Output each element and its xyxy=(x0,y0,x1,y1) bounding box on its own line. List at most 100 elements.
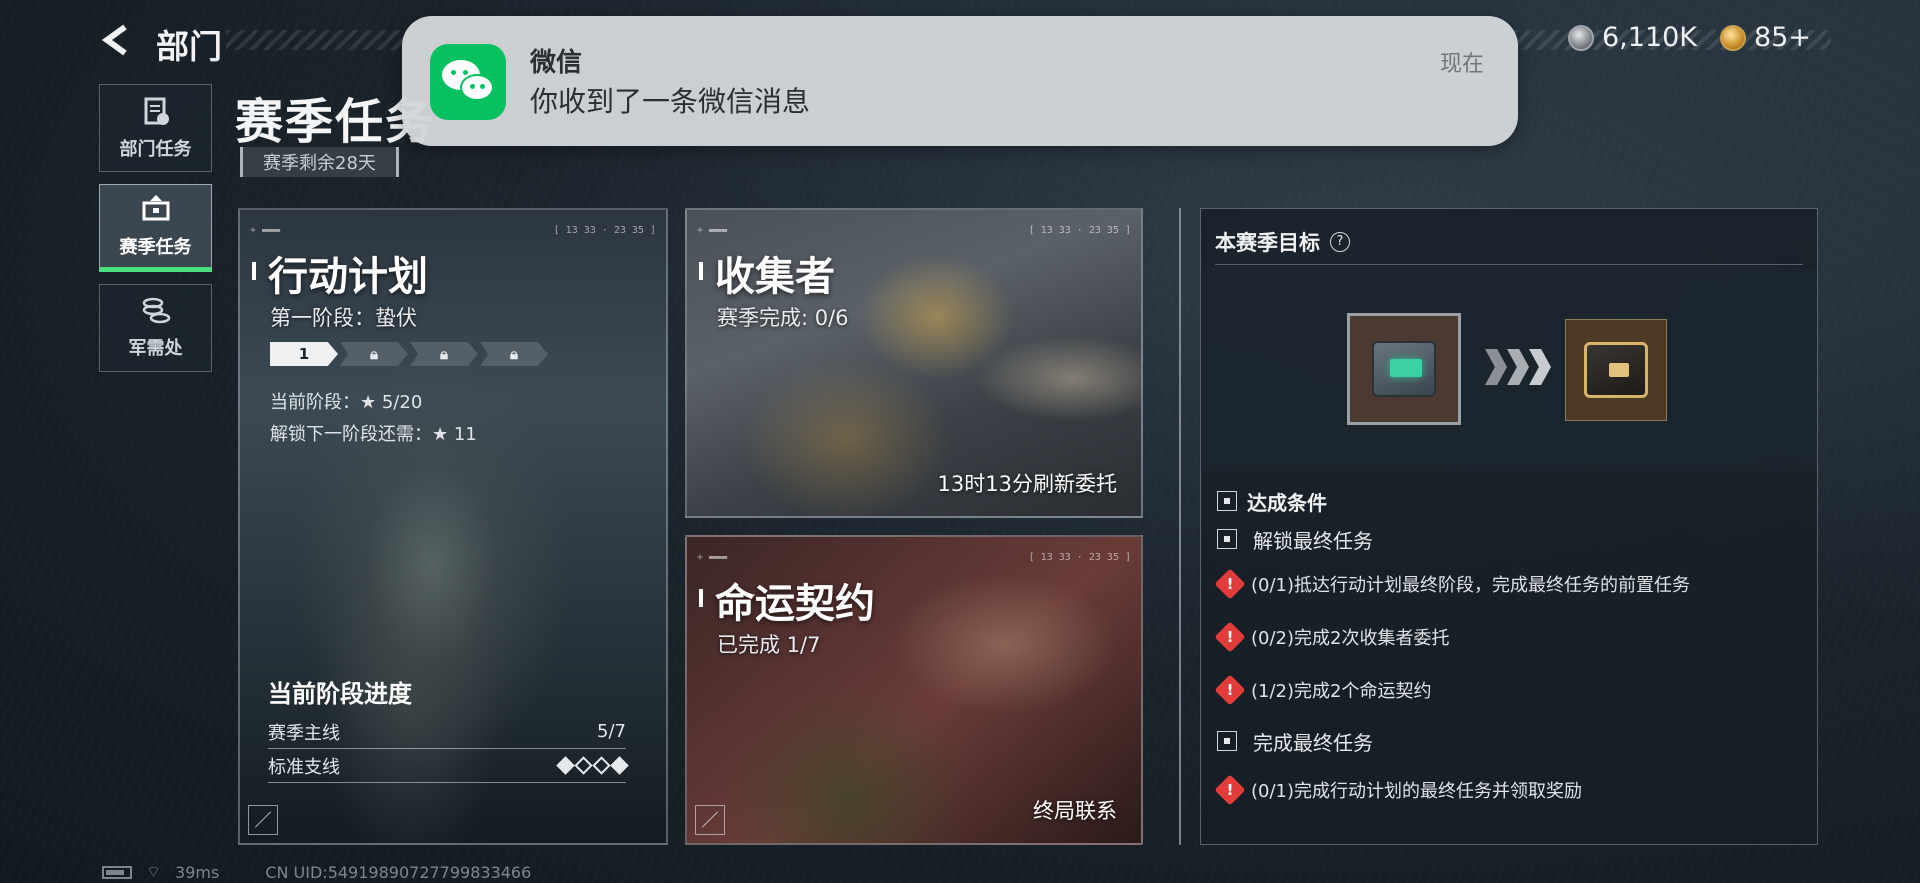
condition-task: ! (0/1)抵达行动计划最终阶段，完成最终任务的前置任务 xyxy=(1217,569,1801,599)
stage-progress-bar: 1 🔒︎ 🔒︎ 🔒︎ xyxy=(270,342,548,366)
group-label: 完成最终任务 xyxy=(1253,730,1373,755)
back-button[interactable] xyxy=(96,20,136,60)
final-reward-slot[interactable] xyxy=(1565,319,1667,421)
card-header-time: [ 13 33 · 23 35 ] xyxy=(553,224,656,236)
lock-icon: 🔒︎ xyxy=(510,345,518,363)
conditions-section: 达成条件 解锁最终任务 ! (0/1)抵达行动计划最终阶段，完成最终任务的前置任… xyxy=(1217,485,1801,805)
briefcase-icon xyxy=(142,195,169,221)
expand-icon[interactable] xyxy=(695,805,725,835)
title-tick xyxy=(699,589,703,607)
title-tick xyxy=(699,262,703,280)
collector-status: 赛季完成: 0/6 xyxy=(717,306,849,330)
card-header-strip: + ▬▬▬ [ 13 33 · 23 35 ] xyxy=(697,222,1131,238)
group-label: 解锁最终任务 xyxy=(1253,528,1373,553)
current-reward-slot[interactable] xyxy=(1347,313,1461,425)
condition-task: ! (0/2)完成2次收集者委托 xyxy=(1217,622,1801,652)
square-bullet-icon xyxy=(1217,731,1237,751)
row-label: 标准支线 xyxy=(268,756,340,778)
diamond-checked-icon xyxy=(610,756,629,775)
card-title: 收集者 xyxy=(715,254,835,300)
card-header-time: [ 13 33 · 23 35 ] xyxy=(1028,551,1131,563)
gold-amount: 85+ xyxy=(1754,22,1811,53)
warning-icon: ! xyxy=(1217,677,1243,703)
panel-divider xyxy=(1179,208,1181,845)
notification-time: 现在 xyxy=(1439,52,1484,77)
unlock-next-stars: 解锁下一阶段还需：★ 11 xyxy=(270,424,477,445)
title-tick xyxy=(252,262,256,280)
wifi-icon: ⌔ xyxy=(146,862,162,881)
warning-icon: ! xyxy=(1217,777,1243,803)
nav-department-tasks[interactable]: 部门任务 xyxy=(99,84,212,172)
current-stage-stars: 当前阶段：★ 5/20 xyxy=(270,392,423,413)
back-arrow-icon xyxy=(101,24,127,56)
card-header-strip: + ▬▬▬ [ 13 33 · 23 35 ] xyxy=(697,549,1131,565)
task-text: (0/1)抵达行动计划最终阶段，完成最终任务的前置任务 xyxy=(1251,575,1691,596)
action-plan-card[interactable]: + ▬▬▬ [ 13 33 · 23 35 ] 行动计划 第一阶段：蛰伏 1 🔒… xyxy=(238,208,668,845)
season-remaining-badge: 赛季剩余28天 xyxy=(240,147,399,177)
notification-app-name: 微信 xyxy=(530,48,583,78)
nav-season-tasks[interactable]: 赛季任务 xyxy=(99,184,212,272)
card-crosshair-icon: + ▬▬▬ xyxy=(697,224,728,236)
reward-area xyxy=(1201,267,1817,471)
collector-card[interactable]: + ▬▬▬ [ 13 33 · 23 35 ] 收集者 赛季完成: 0/6 13… xyxy=(685,208,1143,518)
diamond-empty-icon xyxy=(592,756,611,775)
upgrade-arrow-icon xyxy=(1485,349,1551,385)
fate-contract-card[interactable]: + ▬▬▬ [ 13 33 · 23 35 ] 命运契约 已完成 1/7 终局联… xyxy=(685,535,1143,845)
warning-icon: ! xyxy=(1217,624,1243,650)
diamond-checked-icon xyxy=(556,756,575,775)
stage-name: 第一阶段：蛰伏 xyxy=(270,306,417,330)
clipboard-icon xyxy=(144,97,169,125)
nav-quartermaster[interactable]: 军需处 xyxy=(99,284,212,372)
wechat-app-icon xyxy=(430,44,506,120)
card-title: 命运契约 xyxy=(715,581,875,627)
goal-header: 本赛季目标 ? xyxy=(1215,219,1803,265)
card-header-time: [ 13 33 · 23 35 ] xyxy=(1028,224,1131,236)
condition-task: ! (1/2)完成2个命运契约 xyxy=(1217,675,1801,705)
nav-label: 军需处 xyxy=(128,338,183,359)
coins-stack-icon xyxy=(142,297,170,324)
task-text: (0/1)完成行动计划的最终任务并领取奖励 xyxy=(1251,781,1583,802)
help-icon[interactable]: ? xyxy=(1330,231,1350,252)
silver-currency[interactable]: 6,110K xyxy=(1568,22,1697,53)
gold-coin-icon xyxy=(1720,24,1746,51)
gold-currency[interactable]: 85+ xyxy=(1720,22,1811,53)
fate-status: 已完成 1/7 xyxy=(717,633,821,657)
notification-message: 你收到了一条微信消息 xyxy=(530,85,811,118)
wechat-notification[interactable]: 微信 你收到了一条微信消息 现在 xyxy=(402,16,1518,146)
expand-icon[interactable] xyxy=(248,805,278,835)
row-value: 5/7 xyxy=(597,721,626,742)
silver-amount: 6,110K xyxy=(1602,22,1698,53)
conditions-title: 达成条件 xyxy=(1247,490,1327,515)
season-goal-panel: 本赛季目标 ? 达成条件 解锁最终任务 ! (0/1)抵达行动计划最终阶段，完成… xyxy=(1200,208,1818,845)
battery-icon xyxy=(102,865,132,879)
ping-value: 39ms xyxy=(175,862,220,882)
stage-segment-1: 1 xyxy=(270,342,338,366)
stage-segment-locked: 🔒︎ xyxy=(340,342,408,366)
stage-segment-locked: 🔒︎ xyxy=(480,342,548,366)
side-task-diamonds xyxy=(556,756,629,775)
stage-segment-locked: 🔒︎ xyxy=(410,342,478,366)
user-uid: CN UID:5491989072779983346​6 xyxy=(265,862,532,882)
card-crosshair-icon: + ▬▬▬ xyxy=(250,224,281,236)
progress-title: 当前阶段进度 xyxy=(268,680,412,708)
condition-task: ! (0/1)完成行动计划的最终任务并领取奖励 xyxy=(1217,775,1801,805)
progress-row-main: 赛季主线 5/7 xyxy=(268,715,626,749)
endgame-contact: 终局联系 xyxy=(1033,799,1117,823)
lock-icon: 🔒︎ xyxy=(440,345,448,363)
green-crate-icon xyxy=(1372,341,1436,397)
condition-group: 解锁最终任务 xyxy=(1217,523,1801,555)
row-label: 赛季主线 xyxy=(268,722,340,744)
conditions-header: 达成条件 xyxy=(1217,485,1801,517)
nav-label: 部门任务 xyxy=(119,139,192,160)
card-crosshair-icon: + ▬▬▬ xyxy=(697,551,728,563)
task-text: (0/2)完成2次收集者委托 xyxy=(1251,628,1450,649)
goal-title: 本赛季目标 xyxy=(1215,230,1320,255)
silver-coin-icon xyxy=(1568,24,1594,51)
square-bullet-icon xyxy=(1217,491,1237,511)
task-text: (1/2)完成2个命运契约 xyxy=(1251,681,1432,702)
warning-icon: ! xyxy=(1217,571,1243,597)
page-title: 部门 xyxy=(156,27,222,66)
condition-group: 完成最终任务 xyxy=(1217,725,1801,757)
square-bullet-icon xyxy=(1217,529,1237,549)
card-header-strip: + ▬▬▬ [ 13 33 · 23 35 ] xyxy=(250,222,656,238)
